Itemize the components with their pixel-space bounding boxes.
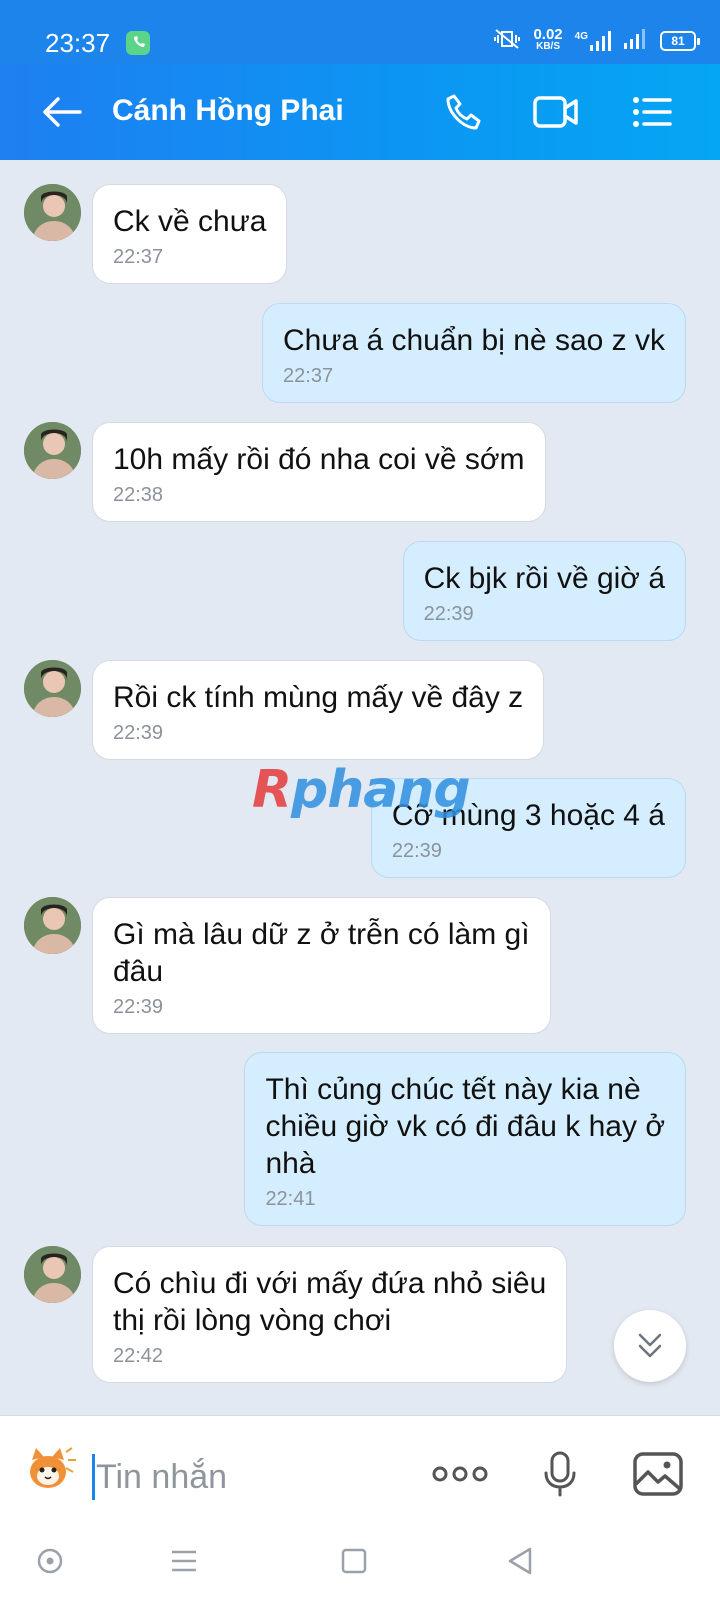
message-time: 22:39 <box>113 722 164 744</box>
message-time: 22:39 <box>113 996 164 1018</box>
menu-list-icon <box>633 97 672 127</box>
watermark-text: phang <box>291 760 471 820</box>
message-time: 22:37 <box>283 365 334 387</box>
microphone-icon <box>544 1451 576 1497</box>
recent-apps-button[interactable] <box>164 1541 204 1581</box>
avatar[interactable] <box>24 184 81 241</box>
more-options-icon <box>432 1466 488 1482</box>
scroll-to-bottom-button[interactable] <box>614 1310 686 1382</box>
contact-name[interactable]: Cánh Hồng Phai <box>112 94 344 128</box>
network-type: 4G <box>574 30 588 42</box>
message-time: 22:37 <box>113 246 164 268</box>
more-options-button[interactable] <box>432 1446 488 1502</box>
chat-options-button[interactable] <box>626 86 678 138</box>
system-navigation-bar <box>0 1525 720 1600</box>
message-time: 22:39 <box>423 603 474 625</box>
home-button[interactable] <box>334 1541 374 1581</box>
video-call-button[interactable] <box>530 86 582 138</box>
square-icon <box>341 1548 367 1574</box>
hamburger-icon <box>172 1550 196 1572</box>
avatar[interactable] <box>24 660 81 717</box>
phone-icon <box>446 94 481 130</box>
status-time: 23:37 <box>45 28 111 58</box>
net-speed: 0.02 KB/S <box>533 25 563 53</box>
message-bubble-incoming[interactable]: Ck về chưa 22:37 <box>92 184 288 284</box>
message-time: 22:42 <box>113 1345 164 1367</box>
message-text: Có chìu đi với mấy đứa nhỏ siêu thị rồi … <box>113 1267 547 1337</box>
voice-record-button[interactable] <box>532 1446 588 1502</box>
message-text: Chưa á chuẩn bị nè sao z vk <box>283 324 665 357</box>
message-bubble-outgoing[interactable]: Ck bjk rồi về giờ á 22:39 <box>402 541 686 641</box>
sticker-icon <box>30 1447 76 1488</box>
avatar[interactable] <box>24 422 81 479</box>
voice-call-button[interactable] <box>438 86 490 138</box>
message-time: 22:38 <box>113 484 164 506</box>
watermark-letter: R <box>252 760 292 820</box>
message-bubble-incoming[interactable]: 10h mấy rồi đó nha coi về sớm 22:38 <box>92 422 546 522</box>
message-text: Ck bjk rồi về giờ á <box>423 562 665 595</box>
net-speed-value: 0.02 <box>533 25 563 43</box>
image-icon <box>633 1452 683 1496</box>
circle-dot-icon <box>37 1548 63 1574</box>
message-bubble-incoming[interactable]: Có chìu đi với mấy đứa nhỏ siêu thị rồi … <box>92 1246 568 1383</box>
signal-icon <box>624 29 648 52</box>
message-text: Rồi ck tính mùng mấy về đây z <box>113 681 524 714</box>
watermark-logo: Rphang <box>252 760 471 820</box>
image-picker-button[interactable] <box>630 1446 686 1502</box>
avatar[interactable] <box>24 1246 81 1303</box>
message-bubble-incoming[interactable]: Gì mà lâu dữ z ở trễn có làm gì đâu 22:3… <box>92 897 551 1034</box>
back-arrow-icon <box>43 97 82 127</box>
signal-4g-icon: 4G <box>574 30 612 51</box>
battery-indicator: 81 <box>660 30 700 51</box>
notification-app-icon <box>126 31 150 55</box>
back-button[interactable] <box>40 90 84 134</box>
avatar[interactable] <box>24 897 81 954</box>
status-indicators: 0.02 KB/S 4G 81 <box>493 25 700 53</box>
status-bar: 23:37 0.02 KB/S 4G 81 <box>0 0 720 64</box>
message-text: Thì củng chúc tết này kia nè chiều giờ v… <box>265 1073 665 1180</box>
message-bubble-outgoing[interactable]: Chưa á chuẩn bị nè sao z vk 22:37 <box>262 303 686 403</box>
text-cursor <box>92 1454 95 1500</box>
message-input[interactable] <box>96 1454 416 1500</box>
triangle-back-icon <box>508 1547 532 1575</box>
assistant-button[interactable] <box>30 1541 70 1581</box>
message-time: 22:41 <box>265 1188 316 1210</box>
system-back-button[interactable] <box>500 1541 540 1581</box>
message-input-bar <box>0 1415 720 1525</box>
message-bubble-incoming[interactable]: Rồi ck tính mùng mấy về đây z 22:39 <box>92 660 545 760</box>
mute-vibrate-icon <box>493 28 521 53</box>
message-text: Gì mà lâu dữ z ở trễn có làm gì đâu <box>113 918 530 988</box>
double-chevron-down-icon <box>638 1333 662 1358</box>
message-text: Ck về chưa <box>113 205 267 238</box>
sticker-button[interactable] <box>22 1442 78 1498</box>
video-call-icon <box>533 96 578 128</box>
message-bubble-outgoing[interactable]: Thì củng chúc tết này kia nè chiều giờ v… <box>244 1052 686 1226</box>
message-time: 22:39 <box>391 840 442 862</box>
chat-header: Cánh Hồng Phai <box>0 64 720 160</box>
message-text: 10h mấy rồi đó nha coi về sớm <box>113 443 525 476</box>
net-speed-unit: KB/S <box>536 40 560 52</box>
